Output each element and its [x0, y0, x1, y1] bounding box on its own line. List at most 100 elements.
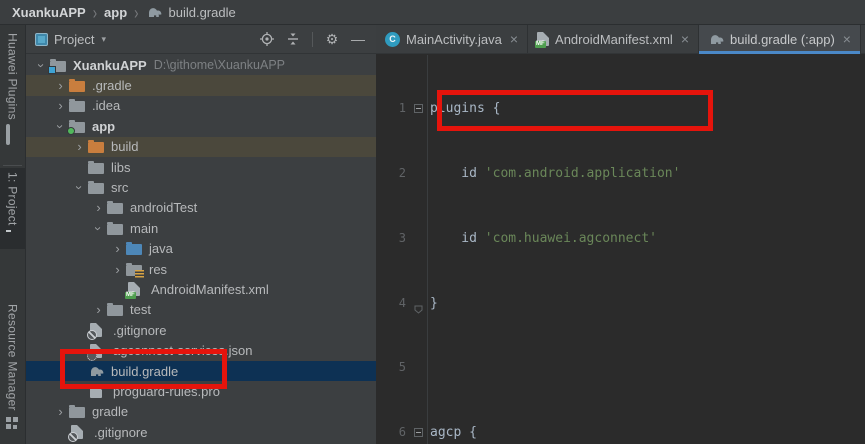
project-tree: › XuankuAPP D:\githome\XuankuAPP › .grad…	[26, 55, 376, 444]
chevron-right-icon[interactable]: ›	[90, 200, 107, 215]
chevron-down-icon[interactable]: ›	[72, 179, 87, 196]
tree-item-java[interactable]: › java	[26, 239, 376, 259]
close-icon[interactable]: ×	[681, 31, 689, 47]
tree-item-androidtest[interactable]: › androidTest	[26, 198, 376, 218]
code-line[interactable]: 2 id 'com.android.application'	[376, 163, 865, 185]
gitignore-file-icon	[68, 425, 83, 443]
stripe-tab-huawei-plugins[interactable]: Huawei Plugins	[0, 29, 25, 145]
tree-item-libs[interactable]: › libs	[26, 157, 376, 177]
project-tool-icon	[6, 232, 19, 245]
toolbar-divider	[312, 31, 313, 47]
chevron-down-icon[interactable]: ›	[53, 118, 68, 135]
tab-mainactivity[interactable]: C MainActivity.java ×	[376, 25, 529, 53]
code-line[interactable]: 3 id 'com.huawei.agconnect'	[376, 228, 865, 250]
gradle-icon	[148, 8, 161, 17]
tree-item-test[interactable]: › test	[26, 300, 376, 320]
android-studio-window: XuankuAPP › app › build.gradle Huawei Pl…	[0, 0, 865, 444]
code-line[interactable]: 5	[376, 357, 865, 379]
resources-folder-icon	[126, 262, 144, 278]
project-folder-icon	[48, 58, 66, 74]
chevron-right-icon[interactable]: ›	[109, 262, 126, 277]
line-number: 5	[398, 360, 406, 375]
chevron-right-icon[interactable]: ›	[52, 404, 69, 419]
tree-item-gitignore-root[interactable]: › .gitignore	[26, 422, 376, 443]
json-file-icon	[87, 343, 102, 361]
java-class-icon: C	[385, 31, 400, 47]
code-line[interactable]: 1 plugins {	[376, 98, 865, 120]
chevron-right-icon[interactable]: ›	[52, 98, 69, 113]
tree-item-androidmanifest[interactable]: › MF AndroidManifest.xml	[26, 279, 376, 300]
chevron-right-icon[interactable]: ›	[52, 78, 69, 93]
plugin-icon	[6, 123, 19, 145]
tree-item-xuankuapp-root[interactable]: › XuankuAPP D:\githome\XuankuAPP	[26, 55, 376, 75]
tree-item-main[interactable]: › main	[26, 218, 376, 238]
source-folder-icon	[126, 242, 142, 256]
chevron-down-icon[interactable]: ›	[34, 57, 49, 74]
stripe-separator	[3, 165, 22, 166]
fold-collapse-icon[interactable]	[414, 104, 423, 114]
tree-item-idea[interactable]: › .idea	[26, 96, 376, 116]
tree-item-agconnect-services[interactable]: › agconnect-services.json	[26, 340, 376, 361]
manifest-file-icon: MF	[535, 32, 550, 48]
breadcrumb-file[interactable]: build.gradle	[169, 5, 236, 20]
excluded-folder-icon	[69, 79, 85, 93]
close-icon[interactable]: ×	[510, 31, 518, 47]
code-line[interactable]: 6 agcp {	[376, 422, 865, 444]
project-panel-header: Project ▾ ⚙ —	[26, 25, 376, 54]
code-line[interactable]: 4 }	[376, 293, 865, 315]
text-file-icon	[90, 384, 102, 399]
tree-item-gradle-folder[interactable]: › gradle	[26, 402, 376, 422]
manifest-file-icon: MF	[125, 282, 140, 300]
tool-window-icon	[35, 32, 48, 46]
folder-icon	[107, 221, 123, 235]
chevron-right-icon[interactable]: ›	[90, 302, 107, 317]
code-editor[interactable]: 1 plugins { 2 id 'com.android.applicatio…	[376, 55, 865, 444]
hide-panel-button[interactable]: —	[348, 29, 368, 49]
stripe-tab-label: Resource Manager	[5, 304, 20, 411]
gitignore-file-icon	[87, 323, 102, 341]
gear-icon[interactable]: ⚙	[322, 29, 342, 49]
tree-item-gitignore-app[interactable]: › .gitignore	[26, 320, 376, 341]
folder-icon	[107, 303, 123, 317]
line-number: 6	[398, 425, 406, 440]
gradle-icon	[88, 365, 104, 378]
folder-icon	[88, 181, 104, 195]
line-number: 3	[398, 230, 406, 245]
stripe-tab-resource-manager[interactable]: Resource Manager	[0, 300, 25, 434]
stripe-tab-project[interactable]: 1: Project	[0, 168, 25, 249]
chevron-right-icon[interactable]: ›	[71, 139, 88, 154]
tab-androidmanifest[interactable]: MF AndroidManifest.xml ×	[528, 25, 699, 53]
chevron-down-icon[interactable]: ▾	[101, 34, 106, 45]
panel-title[interactable]: Project	[54, 32, 94, 47]
stripe-tab-label: Huawei Plugins	[5, 33, 20, 120]
module-folder-icon	[67, 119, 85, 135]
left-tool-stripe: Huawei Plugins 1: Project Resource Manag…	[0, 25, 26, 444]
tree-item-build[interactable]: › build	[26, 136, 376, 157]
tree-item-app[interactable]: › app	[26, 116, 376, 136]
tree-item-gradle-cache[interactable]: › .gradle	[26, 75, 376, 96]
gradle-icon	[710, 35, 724, 44]
tree-item-proguard-rules[interactable]: › proguard-rules.pro	[26, 381, 376, 401]
breadcrumb-separator: ›	[92, 1, 98, 23]
tree-item-build-gradle[interactable]: › build.gradle	[26, 360, 376, 382]
fold-collapse-icon[interactable]	[414, 428, 423, 438]
locate-file-button[interactable]	[257, 29, 277, 49]
tree-item-res[interactable]: › res	[26, 259, 376, 279]
close-icon[interactable]: ×	[843, 31, 851, 47]
tree-item-src[interactable]: › src	[26, 177, 376, 197]
breadcrumb: XuankuAPP › app › build.gradle	[0, 0, 865, 25]
editor: C MainActivity.java × MF AndroidManifest…	[376, 25, 865, 444]
project-panel: Project ▾ ⚙ — › XuankuAPP D:\githome\Xua…	[26, 25, 376, 444]
line-number: 2	[398, 165, 406, 180]
breadcrumb-project[interactable]: XuankuAPP	[12, 5, 86, 20]
tab-build-gradle[interactable]: build.gradle (:app) ×	[699, 25, 861, 54]
chevron-down-icon[interactable]: ›	[91, 220, 106, 237]
folder-icon	[69, 405, 85, 419]
fold-end-icon[interactable]	[414, 300, 423, 322]
project-path: D:\githome\XuankuAPP	[153, 58, 286, 73]
folder-icon	[88, 160, 104, 174]
chevron-right-icon[interactable]: ›	[109, 241, 126, 256]
breadcrumb-app[interactable]: app	[104, 5, 127, 20]
editor-tab-bar: C MainActivity.java × MF AndroidManifest…	[376, 25, 865, 54]
collapse-all-button[interactable]	[283, 29, 303, 49]
